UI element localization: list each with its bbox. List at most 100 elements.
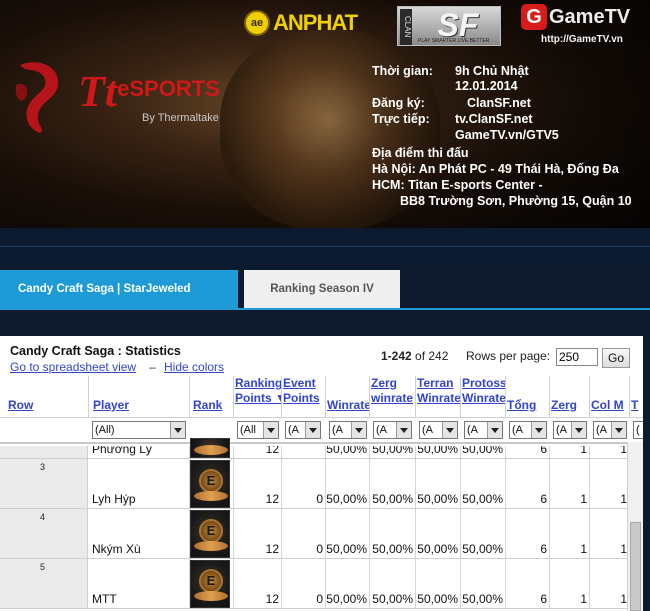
col-header-col-m[interactable]: Col M (590, 376, 630, 418)
t-filter-value: ( (636, 424, 640, 436)
zerg_wr-cell: 50,00% (370, 509, 416, 558)
live-label: Trực tiếp: (372, 112, 430, 126)
link-separator: – (149, 360, 156, 374)
ranking-cell: 12 (234, 559, 282, 608)
gametv-logo: G GameTV http://GameTV.vn (521, 4, 645, 48)
event-cell: 0 (282, 509, 326, 558)
col-m-filter-select[interactable]: (A (593, 421, 627, 439)
ranking-filter-value: (All (240, 424, 256, 436)
col-header-player[interactable]: Player (89, 376, 190, 418)
live-value-2: GameTV.vn/GTV5 (455, 128, 559, 142)
tt-byline: By Thermaltake (142, 112, 219, 124)
player-name: MTT (92, 592, 117, 606)
gametv-text: GameTV (549, 6, 631, 28)
col-header-zerg[interactable]: Zerg (550, 376, 590, 418)
scrollbar-thumb[interactable] (630, 522, 641, 611)
col-header-terran-winrate[interactable]: Terran Winrate (416, 376, 461, 418)
table-row: 5 MTT 12 0 50,00% 50,00% 50,00% 50,00% 6 1 1 (0, 559, 643, 609)
col-header-row[interactable]: Row (0, 376, 89, 418)
dropdown-arrow-icon (442, 422, 457, 438)
rows-per-page-input[interactable] (556, 348, 598, 366)
go-button[interactable]: Go (602, 348, 630, 368)
col-header-t[interactable]: T (630, 376, 643, 418)
winrate-value: 50,00% (326, 446, 367, 456)
dropdown-arrow-icon (487, 422, 502, 438)
thermaltake-logo: TteSPORTS By Thermaltake (78, 70, 220, 125)
tong-cell: 6 (506, 459, 550, 508)
ranking-value: 12 (265, 446, 279, 456)
player-cell: Phương Lý (89, 446, 190, 458)
colm-cell: 1 (590, 509, 630, 558)
rank-badge-icon: E (190, 560, 230, 608)
col-header-winrate[interactable]: Winrate (326, 376, 370, 418)
rank-wings (194, 491, 228, 501)
tab-candy-craft-saga[interactable]: Candy Craft Saga | StarJeweled (0, 270, 238, 308)
rank-badge-icon (190, 438, 230, 458)
col-header-event-points[interactable]: Event Points (282, 376, 326, 418)
goto-spreadsheet-link[interactable]: Go to spreadsheet view (10, 360, 136, 374)
venue-hanoi: Hà Nội: An Phát PC - 49 Thái Hà, Đống Đa (372, 162, 619, 176)
terran-winrate-filter-select[interactable]: (A (419, 421, 458, 439)
anphat-mark-icon: ae (244, 10, 270, 36)
protoss-winrate-line-1: Protoss (462, 376, 506, 390)
ranking-value: 12 (265, 542, 279, 556)
dragon-icon (15, 62, 59, 134)
terran_wr-value: 50,00% (417, 592, 458, 606)
event-points-line-1: Event (283, 376, 316, 390)
clansf-logo: CLAN SF PLAY SMARTER LIVE BETTER (397, 6, 501, 46)
protoss-winrate-filter-value: (A (467, 424, 478, 436)
zerg-cell: 1 (550, 446, 590, 458)
page-background-band (0, 228, 650, 270)
rank-wings (194, 591, 228, 601)
tab-ranking-season[interactable]: Ranking Season IV (244, 270, 400, 308)
ranking-value: 12 (265, 592, 279, 606)
dropdown-arrow-icon (305, 422, 320, 438)
register-value: ClanSF.net (467, 96, 531, 110)
player-cell: Lyh Hýp (89, 459, 190, 508)
row-number: 5 (40, 562, 46, 572)
zerg_wr-cell: 50,00% (370, 559, 416, 608)
row-number-cell: 5 (0, 559, 88, 608)
terran-winrate-line-1: Terran (417, 376, 454, 390)
zerg-value: 1 (580, 542, 587, 556)
player-cell: MTT (89, 559, 190, 608)
ranking-filter-select[interactable]: (All (237, 421, 279, 439)
winrate-filter-select[interactable]: (A (329, 421, 367, 439)
venue-hcm: HCM: Titan E-sports Center - (372, 178, 543, 192)
row-count: 1-242 of 242 (381, 349, 448, 363)
colm-value: 1 (620, 492, 627, 506)
col-header-tong[interactable]: Tổng (506, 376, 550, 418)
colm-value: 1 (620, 592, 627, 606)
zerg-filter-value: (A (556, 424, 567, 436)
rank-wings (194, 445, 228, 455)
protoss-winrate-filter-select[interactable]: (A (464, 421, 503, 439)
terran-winrate-line-2: Winrate (417, 391, 461, 405)
anphat-text: ANPHAT (273, 10, 358, 35)
ranking-cell: 12 (234, 459, 282, 508)
vertical-scrollbar[interactable] (627, 442, 643, 611)
col-header-rank[interactable]: Rank (190, 376, 234, 418)
time-label: Thời gian: (372, 64, 433, 78)
row-range: 1-242 (381, 349, 412, 363)
col-header-ranking-points[interactable]: Ranking Points ▼ (234, 376, 282, 418)
hide-colors-link[interactable]: Hide colors (164, 360, 224, 374)
winrate-cell: 50,00% (326, 446, 370, 458)
player-name: Lyh Hýp (92, 492, 136, 506)
event-filter-select[interactable]: (A (285, 421, 321, 439)
venue-label: Địa điểm thi đấu (372, 146, 469, 160)
zerg-winrate-filter-select[interactable]: (A (373, 421, 412, 439)
rank-badge-icon: E (190, 510, 230, 558)
col-header-protoss-winrate[interactable]: Protoss Winrate (461, 376, 506, 418)
table-row: Phương Lý 12 50,00% 50,00% 50,00% 50,00% 6 1 1 (0, 446, 643, 459)
tong-cell: 6 (506, 509, 550, 558)
colm-cell: 1 (590, 446, 630, 458)
zerg-filter-select[interactable]: (A (553, 421, 587, 439)
terran_wr-value: 50,00% (417, 492, 458, 506)
zerg_wr-cell: 50,00% (370, 446, 416, 458)
tong-filter-select[interactable]: (A (509, 421, 547, 439)
zerg-winrate-line-2: winrate (371, 391, 414, 405)
event-value: 0 (316, 492, 323, 506)
player-filter-select[interactable]: (All) (92, 421, 186, 439)
col-header-zerg-winrate[interactable]: Zerg winrate (370, 376, 416, 418)
t-filter-select[interactable]: ( (633, 421, 643, 439)
